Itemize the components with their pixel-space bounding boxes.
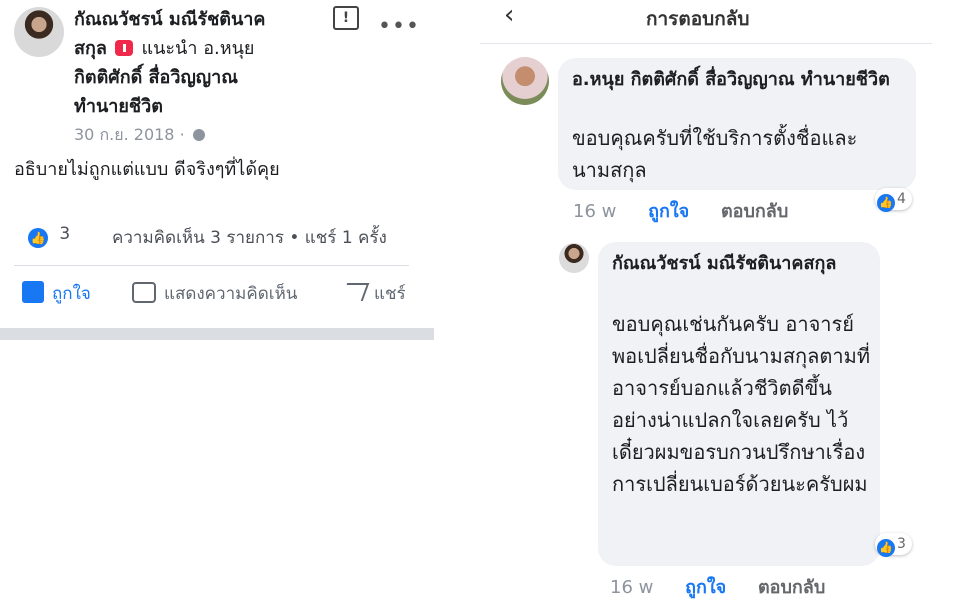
divider bbox=[14, 265, 409, 266]
like-button[interactable]: ถูกใจ bbox=[22, 280, 91, 307]
comment-bubble: อ.หนุย กิตติศักดิ์ สื่อวิญญาณ ทำนายชีวิต… bbox=[558, 58, 916, 190]
author-name-cont[interactable]: สกุล bbox=[74, 38, 107, 59]
comment-reactions[interactable]: 👍 4 bbox=[875, 188, 912, 212]
like-reaction-icon: 👍 bbox=[877, 539, 895, 557]
reply-like-button[interactable]: ถูกใจ bbox=[685, 577, 726, 598]
comment-button[interactable]: แสดงความคิดเห็น bbox=[132, 280, 297, 307]
comment-time[interactable]: 16 w bbox=[573, 201, 616, 222]
like-label: ถูกใจ bbox=[52, 284, 91, 304]
post-text: อธิบายไม่ถูกแต่แบบ ดีจริงๆที่ได้คุย bbox=[14, 159, 280, 180]
more-options-icon[interactable]: ••• bbox=[378, 14, 420, 39]
header-divider bbox=[480, 43, 932, 44]
reaction-count: 4 bbox=[897, 191, 906, 207]
comment-icon bbox=[132, 282, 156, 303]
post-date: 30 ก.ย. 2018 bbox=[74, 125, 175, 144]
comment-author[interactable]: อ.หนุย กิตติศักดิ์ สื่อวิญญาณ ทำนายชีวิต bbox=[572, 66, 892, 93]
author-avatar[interactable] bbox=[14, 7, 64, 57]
comment-text: ขอบคุณครับที่ใช้บริการตั้งชื่อและนามสกุล bbox=[572, 126, 858, 182]
reply-text: ขอบคุณเช่นกันครับ อาจารย์ พอเปลี่ยนชื่อก… bbox=[612, 312, 871, 496]
back-arrow-icon[interactable]: ‹ bbox=[504, 0, 514, 30]
post-header: กัณณวัชรน์ มณีรัชตินาค สกุล แนะนำ อ.หนุย… bbox=[74, 5, 324, 121]
comment-meta: 16 w ถูกใจ ตอบกลับ bbox=[573, 196, 814, 225]
comment-reply-button[interactable]: ตอบกลับ bbox=[721, 201, 788, 222]
reply-time[interactable]: 16 w bbox=[610, 577, 653, 598]
reply-bubble: กัณณวัชรน์ มณีรัชตินาคสกุล ขอบคุณเช่นกัน… bbox=[598, 242, 880, 566]
post-timestamp[interactable]: 30 ก.ย. 2018 · bbox=[74, 123, 205, 148]
reply-reactions[interactable]: 👍 3 bbox=[875, 533, 912, 557]
comments-shares-summary[interactable]: ความคิดเห็น 3 รายการ • แชร์ 1 ครั้ง bbox=[112, 224, 387, 251]
globe-icon bbox=[192, 129, 205, 141]
reply-author-avatar[interactable] bbox=[559, 243, 589, 273]
page-name-line[interactable]: กิตติศักดิ์ สื่อวิญญาณ bbox=[74, 63, 324, 92]
like-count[interactable]: 3 bbox=[59, 224, 70, 244]
page-title: การตอบกลับ bbox=[646, 8, 750, 30]
page-name-line-2[interactable]: ทำนายชีวิต bbox=[74, 92, 324, 121]
commenter-avatar[interactable] bbox=[501, 57, 549, 105]
thumbs-up-icon bbox=[22, 281, 44, 303]
section-separator bbox=[0, 328, 434, 340]
comment-label: แสดงความคิดเห็น bbox=[164, 284, 298, 304]
author-name[interactable]: กัณณวัชรน์ มณีรัชตินาค bbox=[74, 5, 324, 34]
like-reaction-icon: 👍 bbox=[28, 228, 48, 248]
post-stats: 👍 3 ความคิดเห็น 3 รายการ • แชร์ 1 ครั้ง bbox=[28, 224, 418, 248]
reaction-count: 3 bbox=[897, 536, 906, 552]
share-icon bbox=[340, 283, 370, 301]
report-icon[interactable]: ! bbox=[333, 6, 359, 30]
share-label: แชร์ bbox=[374, 284, 406, 304]
post-card: กัณณวัชรน์ มณีรัชตินาค สกุล แนะนำ อ.หนุย… bbox=[0, 0, 434, 340]
like-reaction-icon: 👍 bbox=[877, 194, 895, 212]
share-button[interactable]: แชร์ bbox=[340, 280, 406, 307]
replies-panel: ‹ การตอบกลับ อ.หนุย กิตติศักดิ์ สื่อวิญญ… bbox=[480, 0, 960, 609]
recommend-text[interactable]: แนะนำ อ.หนุย bbox=[141, 38, 254, 59]
reply-author[interactable]: กัณณวัชรน์ มณีรัชตินาคสกุล bbox=[612, 250, 872, 277]
reply-meta: 16 w ถูกใจ ตอบกลับ bbox=[610, 572, 851, 601]
reply-reply-button[interactable]: ตอบกลับ bbox=[758, 577, 825, 598]
comment-like-button[interactable]: ถูกใจ bbox=[648, 201, 689, 222]
recommend-icon bbox=[115, 40, 134, 56]
